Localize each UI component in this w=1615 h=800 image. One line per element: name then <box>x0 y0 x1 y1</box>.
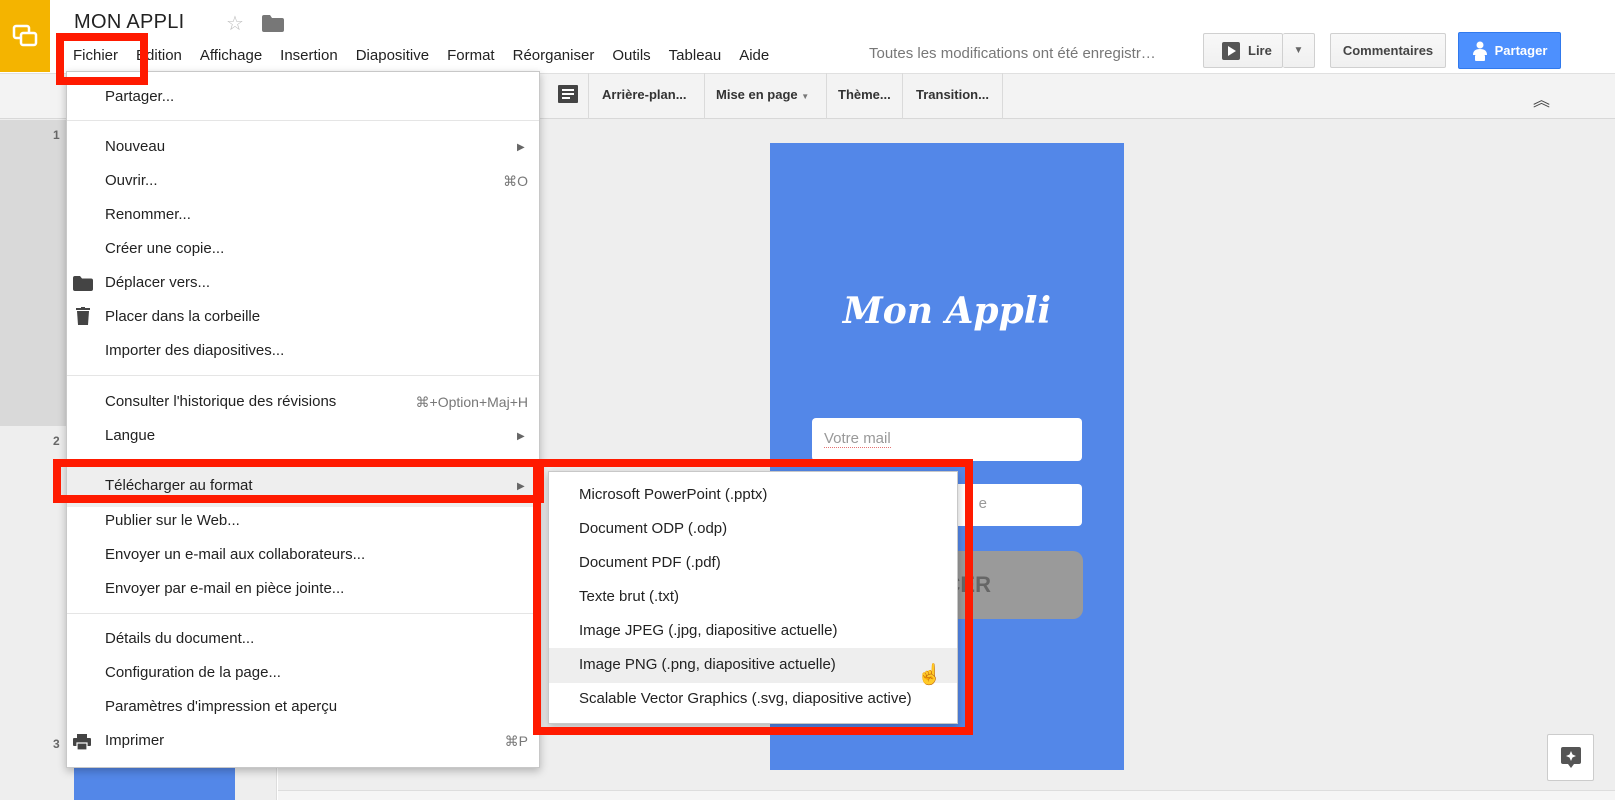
explore-icon <box>1560 746 1581 768</box>
menu-reorganiser[interactable]: Réorganiser <box>504 47 604 64</box>
menu-item-email-collaborators[interactable]: Envoyer un e-mail aux collaborateurs... <box>105 546 365 563</box>
annotation-frame-file-menu <box>56 33 148 85</box>
submenu-arrow-icon: ▶ <box>517 142 525 153</box>
background-button[interactable]: Arrière-plan... <box>602 87 687 102</box>
shortcut-print: ⌘P <box>504 733 528 749</box>
star-icon[interactable]: ☆ <box>226 11 244 36</box>
present-options-button[interactable]: ▼ <box>1283 33 1315 68</box>
menu-item-revision-history[interactable]: Consulter l'historique des révisions <box>105 393 336 410</box>
collapse-toolbar-icon[interactable]: ︽ <box>1533 86 1550 111</box>
menu-item-email-attachment[interactable]: Envoyer par e-mail en pièce jointe... <box>105 580 344 597</box>
theme-button[interactable]: Thème... <box>838 87 891 102</box>
menu-item-open[interactable]: Ouvrir... <box>105 172 158 189</box>
toolbar-divider <box>902 73 903 119</box>
menu-outils[interactable]: Outils <box>603 47 659 64</box>
menu-bar: Fichier Édition Affichage Insertion Diap… <box>64 43 778 67</box>
transition-button[interactable]: Transition... <box>916 87 989 102</box>
toolbar-divider <box>826 73 827 119</box>
toolbar-divider <box>588 73 589 119</box>
shortcut-open: ⌘O <box>503 173 528 189</box>
menu-insertion[interactable]: Insertion <box>271 47 347 64</box>
menu-separator <box>67 613 539 614</box>
layout-button[interactable]: Mise en page ▼ <box>716 87 809 102</box>
menu-separator <box>67 375 539 376</box>
present-button[interactable]: Lire <box>1203 33 1283 68</box>
menu-item-import-slides[interactable]: Importer des diapositives... <box>105 342 284 359</box>
menu-separator <box>67 120 539 121</box>
folder-icon <box>73 276 93 295</box>
menu-item-document-details[interactable]: Détails du document... <box>105 630 254 647</box>
password-placeholder: e <box>978 495 987 512</box>
email-field[interactable]: Votre mail <box>812 418 1082 461</box>
menu-item-publish-web[interactable]: Publier sur le Web... <box>105 512 240 529</box>
menu-affichage[interactable]: Affichage <box>191 47 271 64</box>
present-button-label: Lire <box>1248 43 1272 58</box>
slide-thumbnail-3[interactable] <box>74 768 235 800</box>
menu-tableau[interactable]: Tableau <box>660 47 731 64</box>
shortcut-revision-history: ⌘+Option+Maj+H <box>415 394 528 410</box>
slides-app-logo[interactable] <box>0 0 50 72</box>
share-button[interactable]: Partager <box>1458 32 1561 69</box>
annotation-frame-submenu <box>533 459 973 735</box>
document-title[interactable]: MON APPLI <box>74 11 185 34</box>
folder-icon[interactable] <box>262 15 284 36</box>
slide-number: 2 <box>53 434 60 448</box>
share-button-label: Partager <box>1494 43 1548 58</box>
trash-icon <box>76 307 90 329</box>
layout-button-label: Mise en page <box>716 87 798 102</box>
menu-diapositive[interactable]: Diapositive <box>347 47 438 64</box>
person-lock-icon <box>1472 41 1487 61</box>
save-status[interactable]: Toutes les modifications ont été enregis… <box>869 45 1156 62</box>
menu-item-print-settings[interactable]: Paramètres d'impression et aperçu <box>105 698 337 715</box>
speaker-notes-bar[interactable] <box>278 790 1615 800</box>
email-placeholder: Votre mail <box>824 430 891 448</box>
menu-item-new[interactable]: Nouveau <box>105 138 165 155</box>
speaker-notes-icon[interactable] <box>558 85 578 107</box>
toolbar-divider <box>1002 73 1003 119</box>
slide-thumbnail-1[interactable] <box>0 120 66 426</box>
menu-item-language[interactable]: Langue <box>105 427 155 444</box>
play-icon <box>1222 41 1240 60</box>
submenu-arrow-icon: ▶ <box>517 431 525 442</box>
menu-item-share[interactable]: Partager... <box>105 88 174 105</box>
slide-number: 3 <box>53 737 60 751</box>
slides-logo-icon <box>12 24 38 47</box>
menu-item-trash[interactable]: Placer dans la corbeille <box>105 308 260 325</box>
annotation-frame-download-as <box>53 459 544 503</box>
slide-title[interactable]: Mon Appli <box>770 290 1124 332</box>
menu-item-make-copy[interactable]: Créer une copie... <box>105 240 224 257</box>
menu-item-move-to[interactable]: Déplacer vers... <box>105 274 210 291</box>
menu-item-print[interactable]: Imprimer <box>105 732 164 749</box>
chevron-down-icon: ▼ <box>1293 45 1304 56</box>
explore-button[interactable] <box>1547 734 1594 781</box>
menu-aide[interactable]: Aide <box>730 47 778 64</box>
print-icon <box>73 734 91 754</box>
toolbar-divider <box>704 73 705 119</box>
comments-button[interactable]: Commentaires <box>1330 33 1446 68</box>
slide-number: 1 <box>53 128 60 142</box>
menu-item-rename[interactable]: Renommer... <box>105 206 191 223</box>
menu-item-page-setup[interactable]: Configuration de la page... <box>105 664 281 681</box>
menu-format[interactable]: Format <box>438 47 504 64</box>
chevron-down-icon: ▼ <box>801 92 810 101</box>
